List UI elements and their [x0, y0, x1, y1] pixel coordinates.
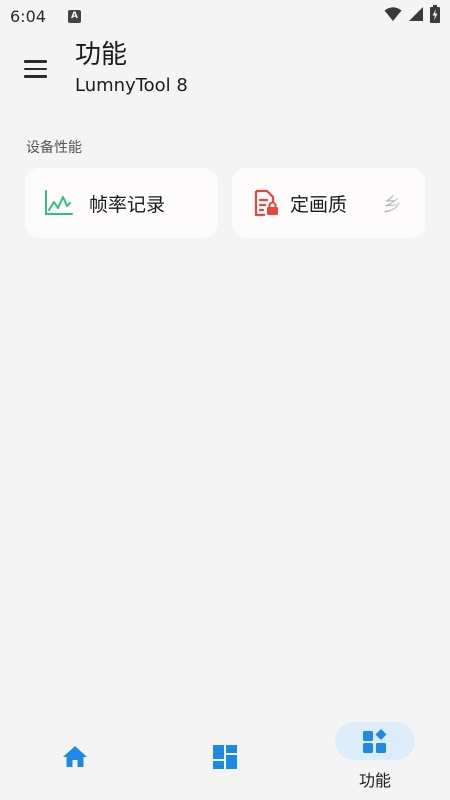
feature-card-label: 帧率记录: [89, 193, 166, 216]
status-bar: 6:04 A: [0, 0, 450, 32]
app-bar: 功能 LumnyTool 8: [0, 32, 450, 112]
line-chart-icon: [44, 188, 74, 218]
home-icon: [35, 738, 115, 776]
widgets-icon: [335, 722, 415, 760]
next-card-clipped-text: 乡: [383, 193, 403, 216]
nav-item-dashboard[interactable]: [150, 704, 300, 800]
battery-charging-icon: [430, 5, 440, 27]
feature-card-fixed-quality[interactable]: 定画质 乡: [232, 168, 425, 238]
locked-document-icon: [251, 188, 281, 218]
bottom-navigation: 功能: [0, 704, 450, 800]
notification-badge-icon: A: [67, 9, 81, 23]
feature-card-label: 定画质: [290, 193, 348, 216]
nav-label: 功能: [358, 771, 391, 790]
app-subtitle: LumnyTool 8: [75, 75, 188, 96]
feature-cards-row[interactable]: 帧率记录 定画质 乡: [25, 168, 425, 240]
page-title: 功能: [75, 40, 128, 70]
status-icons: [384, 5, 440, 27]
nav-item-home[interactable]: [0, 704, 150, 800]
section-header: 设备性能: [26, 140, 82, 156]
dashboard-grid-icon: [185, 738, 265, 776]
nav-item-features[interactable]: 功能: [300, 704, 450, 800]
hamburger-menu-icon: [23, 60, 47, 78]
screen: 6:04 A 功能 LumnyTool 8 设备性能 帧率记录 定画质 乡 功能: [0, 0, 450, 800]
wifi-icon: [384, 6, 402, 26]
cellular-signal-icon: [408, 6, 424, 26]
status-time: 6:04: [10, 6, 46, 26]
feature-card-fps-record[interactable]: 帧率记录: [25, 168, 218, 238]
title-block: 功能 LumnyTool 8: [75, 38, 188, 98]
menu-button[interactable]: [18, 52, 52, 86]
